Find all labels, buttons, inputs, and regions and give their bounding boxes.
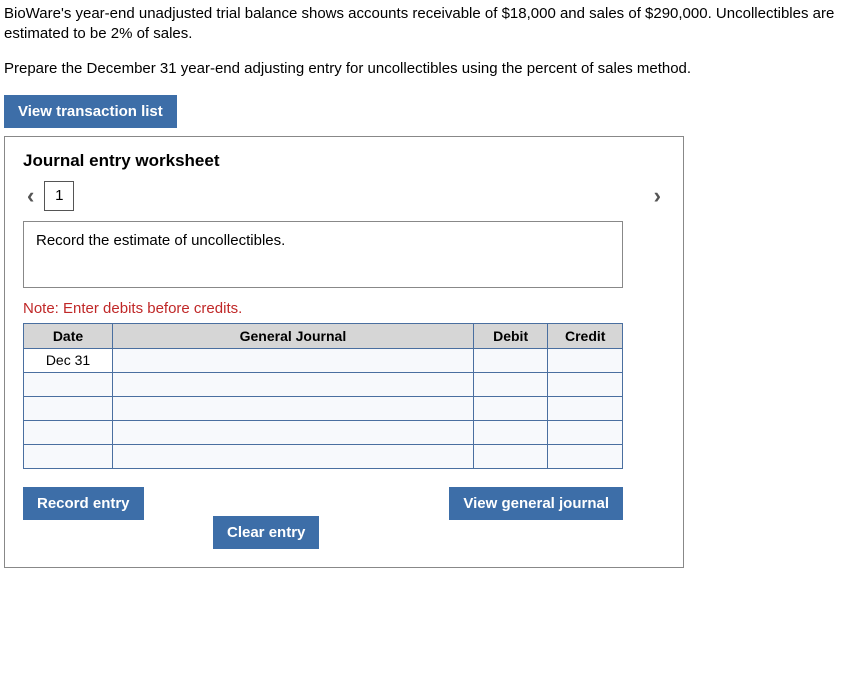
- table-row: [24, 372, 623, 396]
- date-cell[interactable]: [24, 444, 113, 468]
- credit-cell[interactable]: [548, 444, 623, 468]
- date-cell[interactable]: [24, 396, 113, 420]
- record-entry-button[interactable]: Record entry: [23, 487, 144, 520]
- credit-cell[interactable]: [548, 372, 623, 396]
- general-journal-cell[interactable]: [113, 348, 474, 372]
- problem-line-1: BioWare's year-end unadjusted trial bala…: [4, 4, 864, 45]
- prev-entry-icon[interactable]: ‹: [27, 183, 34, 209]
- table-row: [24, 444, 623, 468]
- worksheet-nav: ‹ 1 ›: [23, 181, 665, 211]
- problem-line-2: Prepare the December 31 year-end adjusti…: [4, 59, 864, 79]
- debit-cell[interactable]: [473, 348, 548, 372]
- entry-instruction: Record the estimate of uncollectibles.: [23, 221, 623, 288]
- next-entry-icon[interactable]: ›: [654, 183, 661, 209]
- view-general-journal-button[interactable]: View general journal: [449, 487, 623, 520]
- debit-cell[interactable]: [473, 420, 548, 444]
- table-row: [24, 396, 623, 420]
- credit-cell[interactable]: [548, 348, 623, 372]
- col-header-debit: Debit: [473, 323, 548, 348]
- journal-entry-table: Date General Journal Debit Credit Dec 31: [23, 323, 623, 469]
- debit-cell[interactable]: [473, 372, 548, 396]
- date-cell[interactable]: Dec 31: [24, 348, 113, 372]
- debit-cell[interactable]: [473, 444, 548, 468]
- debits-before-credits-note: Note: Enter debits before credits.: [23, 300, 665, 317]
- general-journal-cell[interactable]: [113, 420, 474, 444]
- general-journal-cell[interactable]: [113, 396, 474, 420]
- entry-page-number[interactable]: 1: [44, 181, 74, 211]
- clear-entry-button[interactable]: Clear entry: [213, 516, 319, 549]
- general-journal-cell[interactable]: [113, 372, 474, 396]
- table-row: Dec 31: [24, 348, 623, 372]
- credit-cell[interactable]: [548, 396, 623, 420]
- col-header-date: Date: [24, 323, 113, 348]
- table-row: [24, 420, 623, 444]
- col-header-credit: Credit: [548, 323, 623, 348]
- view-transaction-list-button[interactable]: View transaction list: [4, 95, 177, 128]
- worksheet-title: Journal entry worksheet: [23, 151, 665, 171]
- date-cell[interactable]: [24, 420, 113, 444]
- debit-cell[interactable]: [473, 396, 548, 420]
- problem-statement: BioWare's year-end unadjusted trial bala…: [4, 4, 864, 79]
- journal-worksheet-panel: Journal entry worksheet ‹ 1 › Record the…: [4, 136, 684, 568]
- general-journal-cell[interactable]: [113, 444, 474, 468]
- date-cell[interactable]: [24, 372, 113, 396]
- credit-cell[interactable]: [548, 420, 623, 444]
- col-header-general-journal: General Journal: [113, 323, 474, 348]
